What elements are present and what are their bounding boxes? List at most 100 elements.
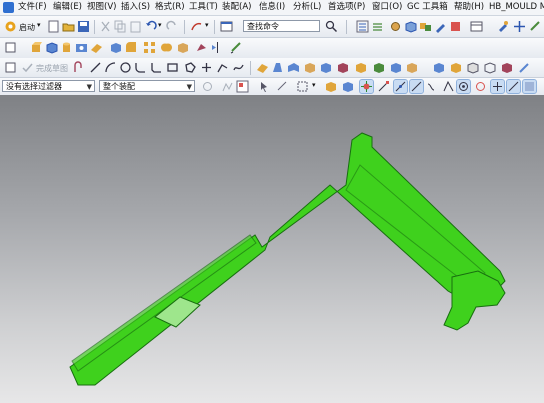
show-hide-icon[interactable] xyxy=(389,20,402,33)
command-finder-icon[interactable] xyxy=(190,20,203,33)
app-icon[interactable] xyxy=(3,2,14,13)
view-orient-icon[interactable] xyxy=(432,61,445,74)
part-model[interactable] xyxy=(0,95,544,403)
window-icon[interactable] xyxy=(220,20,233,33)
deselect-icon[interactable] xyxy=(276,80,289,93)
zoom-icon[interactable] xyxy=(518,61,531,74)
polygon-icon[interactable] xyxy=(184,61,197,74)
mirror-icon[interactable] xyxy=(211,41,224,54)
search-icon[interactable] xyxy=(325,20,338,33)
snap-point-icon[interactable] xyxy=(359,79,374,94)
complete-sketch-icon[interactable] xyxy=(21,61,34,74)
boss-icon[interactable] xyxy=(90,41,103,54)
command-search-input[interactable]: 查找命令 xyxy=(243,20,320,32)
more-tools-icon[interactable] xyxy=(529,20,542,33)
select-color-icon[interactable] xyxy=(236,80,249,93)
menu-window[interactable]: 窗口(O) xyxy=(372,2,402,13)
point-on-face-icon[interactable] xyxy=(522,79,537,94)
menu-format[interactable]: 格式(R) xyxy=(155,2,185,13)
sketch-icon[interactable] xyxy=(4,41,17,54)
color-icon[interactable] xyxy=(449,20,462,33)
rectangle-select-icon[interactable] xyxy=(296,80,309,93)
quadrant-point-icon[interactable] xyxy=(474,80,487,93)
intersection-point-icon[interactable] xyxy=(442,80,455,93)
edge-blend-icon[interactable] xyxy=(124,41,137,54)
fillet-icon[interactable] xyxy=(134,61,147,74)
offset-face-icon[interactable] xyxy=(319,61,332,74)
chamfer-icon[interactable] xyxy=(150,61,163,74)
replace-face-icon[interactable] xyxy=(336,61,349,74)
redo-icon[interactable] xyxy=(166,20,179,33)
menu-assembly[interactable]: 装配(A) xyxy=(222,2,251,13)
hole-icon[interactable] xyxy=(75,41,88,54)
surface-icon[interactable] xyxy=(256,61,269,74)
complete-sketch-button[interactable]: 完成草图 xyxy=(36,63,68,74)
menu-analysis[interactable]: 分析(L) xyxy=(293,2,321,13)
line-icon[interactable] xyxy=(89,61,102,74)
curve-rule-icon[interactable] xyxy=(221,80,234,93)
circle-icon[interactable] xyxy=(119,61,132,74)
menu-preferences[interactable]: 首选项(P) xyxy=(328,2,365,13)
rectangle-icon[interactable] xyxy=(166,61,179,74)
menu-hb-mould[interactable]: HB_MOULD M xyxy=(489,2,544,13)
arc-center-icon[interactable] xyxy=(456,79,471,94)
sync-model-icon[interactable] xyxy=(405,61,418,74)
existing-point-icon[interactable] xyxy=(490,79,505,94)
tool-icon[interactable] xyxy=(496,20,509,33)
move-face-icon[interactable] xyxy=(389,61,402,74)
paste-icon[interactable] xyxy=(129,20,142,33)
point-on-curve-icon[interactable] xyxy=(506,79,521,94)
menu-tools[interactable]: 工具(T) xyxy=(189,2,218,13)
thicken-icon[interactable] xyxy=(287,61,300,74)
draft-icon[interactable] xyxy=(271,61,284,74)
general-selection-icon[interactable] xyxy=(201,80,214,93)
wave-geometry-icon[interactable] xyxy=(372,61,385,74)
open-folder-icon[interactable] xyxy=(62,20,75,33)
assembly-scope-dropdown[interactable]: 整个装配 ▼ xyxy=(99,80,195,92)
new-file-icon[interactable] xyxy=(47,20,60,33)
wireframe-icon[interactable] xyxy=(483,61,496,74)
sew-icon[interactable] xyxy=(303,61,316,74)
studio-spline-icon[interactable] xyxy=(232,61,245,74)
render-style-icon[interactable] xyxy=(449,61,462,74)
layout-icon[interactable] xyxy=(470,20,483,33)
cylinder-icon[interactable] xyxy=(60,41,73,54)
rectangle-select-dropdown-icon[interactable]: ▾ xyxy=(312,81,316,89)
part-icon[interactable] xyxy=(404,20,417,33)
shell-icon[interactable] xyxy=(176,41,189,54)
undo-icon[interactable] xyxy=(144,20,157,33)
orient-icon[interactable] xyxy=(513,20,526,33)
sketch-tools-icon[interactable] xyxy=(230,41,243,54)
section-view-icon[interactable] xyxy=(500,61,513,74)
end-point-icon[interactable] xyxy=(377,80,390,93)
menu-file[interactable]: 文件(F) xyxy=(18,2,47,13)
unite-icon[interactable] xyxy=(160,41,173,54)
sketch-icon[interactable] xyxy=(4,61,17,74)
start-button[interactable]: 启动 xyxy=(19,22,35,33)
edit-object-display-icon[interactable] xyxy=(434,20,447,33)
save-icon[interactable] xyxy=(77,20,90,33)
menu-gc-toolbox[interactable]: GC 工具箱 xyxy=(407,2,448,13)
menu-insert[interactable]: 插入(S) xyxy=(121,2,150,13)
cut-icon[interactable] xyxy=(99,20,112,33)
edge-display-icon[interactable] xyxy=(466,61,479,74)
copy-icon[interactable] xyxy=(114,20,127,33)
assembly-icon[interactable] xyxy=(419,20,432,33)
profile-icon[interactable] xyxy=(73,61,86,74)
trim-body-icon[interactable] xyxy=(195,41,208,54)
graphics-viewport[interactable] xyxy=(0,95,544,403)
undo-dropdown-icon[interactable]: ▾ xyxy=(158,21,162,29)
menu-help[interactable]: 帮助(H) xyxy=(454,2,484,13)
selection-filter-dropdown[interactable]: 没有选择过滤器 ▼ xyxy=(2,80,95,92)
mid-point-icon[interactable] xyxy=(393,79,408,94)
select-mode-icon[interactable] xyxy=(258,80,271,93)
menu-view[interactable]: 视图(V) xyxy=(87,2,116,13)
block-icon[interactable] xyxy=(45,41,58,54)
arc-icon[interactable] xyxy=(104,61,117,74)
point-icon[interactable] xyxy=(200,61,213,74)
select-face-icon[interactable] xyxy=(341,80,354,93)
offset-curve-icon[interactable] xyxy=(216,61,229,74)
start-icon[interactable] xyxy=(4,20,17,33)
curve-point-icon[interactable] xyxy=(426,80,439,93)
start-dropdown-icon[interactable]: ▾ xyxy=(37,21,41,29)
